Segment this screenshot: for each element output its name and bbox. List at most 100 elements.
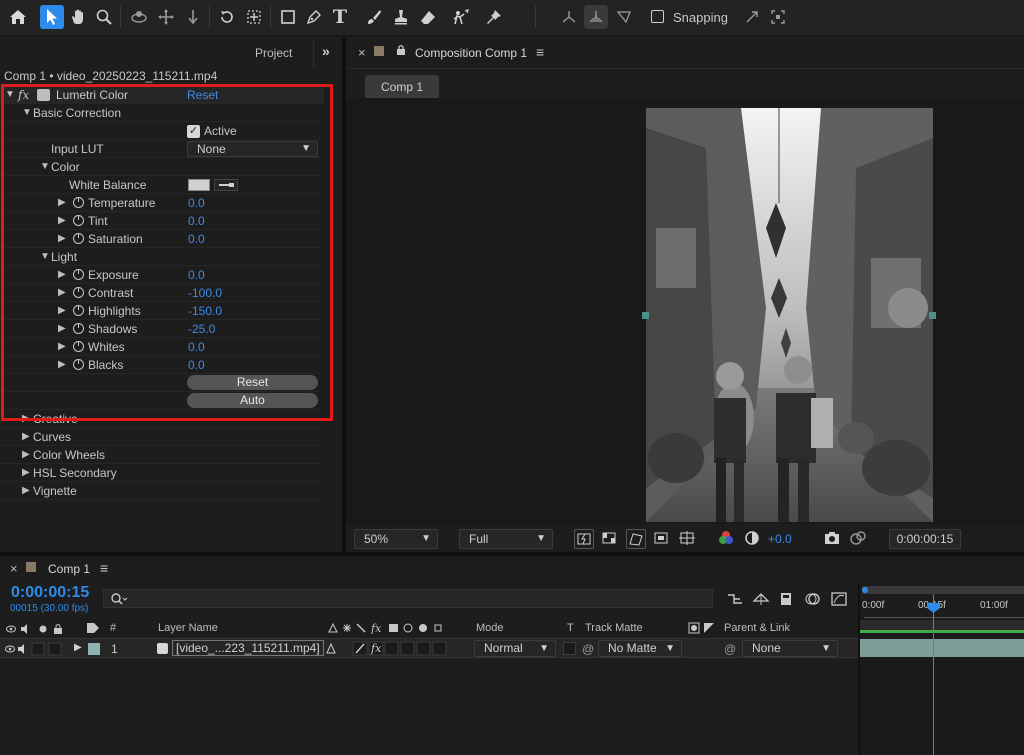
param-value[interactable]: 0.0 bbox=[188, 230, 205, 248]
col-header-track-matte[interactable]: Track Matte bbox=[585, 622, 643, 634]
snap-points-icon[interactable] bbox=[766, 5, 790, 29]
chevron-right-icon[interactable]: ▶ bbox=[22, 464, 30, 482]
chevron-right-icon[interactable]: ▶ bbox=[58, 338, 66, 356]
stopwatch-icon[interactable] bbox=[73, 359, 84, 370]
preserve-transparency-toggle[interactable] bbox=[563, 642, 576, 655]
orbit-icon[interactable] bbox=[127, 5, 151, 29]
stopwatch-icon[interactable] bbox=[73, 323, 84, 334]
param-value[interactable]: -25.0 bbox=[188, 320, 215, 338]
pan-icon[interactable] bbox=[154, 5, 178, 29]
puppet-pin-icon[interactable] bbox=[482, 5, 506, 29]
exposure-reset-icon[interactable] bbox=[744, 530, 760, 546]
param-value[interactable]: -100.0 bbox=[188, 284, 222, 302]
close-icon[interactable]: × bbox=[358, 45, 366, 60]
effect-preset-icon[interactable] bbox=[37, 89, 50, 101]
chevron-right-icon[interactable]: ▶ bbox=[58, 356, 66, 374]
zoom-icon[interactable] bbox=[92, 5, 116, 29]
work-area-bar[interactable] bbox=[862, 586, 1024, 594]
stopwatch-icon[interactable] bbox=[73, 305, 84, 316]
active-checkbox[interactable]: ✓ bbox=[187, 125, 200, 138]
type-icon[interactable]: T bbox=[328, 5, 352, 29]
local-axis-icon[interactable] bbox=[557, 5, 581, 29]
section-hsl-secondary[interactable]: ▶ HSL Secondary bbox=[0, 464, 324, 482]
chevron-right-icon[interactable]: ▶ bbox=[22, 446, 30, 464]
param-value[interactable]: 0.0 bbox=[188, 266, 205, 284]
timeline-search-input[interactable] bbox=[103, 589, 713, 608]
clone-stamp-icon[interactable] bbox=[389, 5, 413, 29]
stopwatch-icon[interactable] bbox=[73, 197, 84, 208]
basic-correction-row[interactable]: ▼ Basic Correction bbox=[0, 104, 324, 122]
show-snapshot-icon[interactable] bbox=[849, 530, 867, 546]
chevron-down-icon[interactable]: ▼ bbox=[40, 248, 50, 266]
current-timecode[interactable]: 0:00:00:15 bbox=[11, 584, 89, 602]
home-icon[interactable] bbox=[6, 5, 30, 29]
section-curves[interactable]: ▶ Curves bbox=[0, 428, 324, 446]
pickwhip-icon[interactable]: @ bbox=[582, 642, 594, 656]
stopwatch-icon[interactable] bbox=[73, 341, 84, 352]
lock-icon[interactable] bbox=[396, 44, 406, 56]
composition-viewer[interactable] bbox=[346, 98, 1024, 524]
close-icon[interactable]: × bbox=[10, 561, 18, 576]
zoom-dropdown[interactable]: 50% ▼ bbox=[354, 529, 438, 549]
shy-layers-icon[interactable] bbox=[778, 591, 796, 607]
panel-menu-icon[interactable]: ≡ bbox=[100, 560, 108, 576]
stopwatch-icon[interactable] bbox=[73, 233, 84, 244]
parent-dropdown[interactable]: None ▼ bbox=[742, 640, 838, 657]
dolly-icon[interactable] bbox=[181, 5, 205, 29]
hand-icon[interactable] bbox=[66, 5, 90, 29]
chevron-right-icon[interactable]: ▶ bbox=[22, 410, 30, 428]
label-color-swatch[interactable] bbox=[88, 643, 100, 655]
reset-button[interactable]: Reset bbox=[187, 375, 318, 390]
snapping-checkbox[interactable] bbox=[651, 10, 664, 23]
pan-behind-icon[interactable] bbox=[242, 5, 266, 29]
timeline-track-area[interactable]: 0:00f 00:15f 01:00f bbox=[858, 584, 1024, 755]
chevron-right-icon[interactable]: ▶ bbox=[58, 212, 66, 230]
region-of-interest-icon[interactable] bbox=[652, 529, 672, 549]
mode-dropdown[interactable]: Normal ▼ bbox=[474, 640, 556, 657]
mask-visibility-icon[interactable] bbox=[626, 529, 646, 549]
tab-composition[interactable]: Composition Comp 1 bbox=[415, 46, 527, 60]
grid-guides-icon[interactable] bbox=[678, 529, 698, 549]
fast-previews-icon[interactable] bbox=[574, 529, 594, 549]
chevron-right-icon[interactable]: ▶ bbox=[58, 284, 66, 302]
col-header-parent[interactable]: Parent & Link bbox=[724, 622, 790, 634]
tab-project[interactable]: Project bbox=[255, 46, 292, 60]
comp-mini-flowchart-icon[interactable] bbox=[726, 591, 744, 607]
resolution-dropdown[interactable]: Full ▼ bbox=[459, 529, 553, 549]
col-header-layer-name[interactable]: Layer Name bbox=[158, 622, 218, 634]
effect-reset-link[interactable]: Reset bbox=[187, 86, 218, 104]
selection-icon[interactable] bbox=[40, 5, 64, 29]
track-matte-dropdown[interactable]: No Matte ▼ bbox=[598, 640, 682, 657]
section-color-wheels[interactable]: ▶ Color Wheels bbox=[0, 446, 324, 464]
transform-handle[interactable] bbox=[642, 312, 649, 319]
param-value[interactable]: 0.0 bbox=[188, 194, 205, 212]
av-switches[interactable] bbox=[5, 642, 65, 656]
section-creative[interactable]: ▶ Creative bbox=[0, 410, 324, 428]
brush-icon[interactable] bbox=[362, 5, 386, 29]
chevron-right-icon[interactable]: ▶ bbox=[22, 428, 30, 446]
panel-menu-icon[interactable]: ≡ bbox=[536, 44, 544, 60]
chevron-down-icon[interactable]: ▼ bbox=[40, 158, 50, 176]
eraser-icon[interactable] bbox=[416, 5, 440, 29]
effect-header-row[interactable]: ▼ fx Lumetri Color Reset bbox=[0, 86, 324, 104]
chevron-right-icon[interactable]: ▶ bbox=[58, 320, 66, 338]
rotate-icon[interactable] bbox=[215, 5, 239, 29]
layer-row[interactable]: ▶ 1 [video_...223_115211.mp4] fx Normal … bbox=[0, 638, 858, 658]
playhead-handle[interactable] bbox=[927, 602, 940, 613]
white-balance-swatch[interactable] bbox=[188, 179, 210, 191]
transform-handle[interactable] bbox=[929, 312, 936, 319]
param-value[interactable]: 0.0 bbox=[188, 338, 205, 356]
rectangle-icon[interactable] bbox=[276, 5, 300, 29]
chevron-right-icon[interactable]: ▶ bbox=[58, 230, 66, 248]
roto-brush-icon[interactable] bbox=[449, 5, 473, 29]
tab-timeline-comp[interactable]: Comp 1 bbox=[48, 562, 90, 576]
input-lut-dropdown[interactable]: None ▼ bbox=[187, 141, 318, 157]
video-frame[interactable] bbox=[646, 108, 933, 522]
light-group-row[interactable]: ▼ Light bbox=[0, 248, 324, 266]
parent-pickwhip-icon[interactable]: @ bbox=[724, 642, 736, 656]
chevron-right-icon[interactable]: ▶ bbox=[22, 482, 30, 500]
param-value[interactable]: 0.0 bbox=[188, 356, 205, 374]
pen-icon[interactable] bbox=[302, 5, 326, 29]
layer-name[interactable]: [video_...223_115211.mp4] bbox=[172, 640, 324, 656]
channel-rgb-icon[interactable] bbox=[718, 530, 734, 546]
